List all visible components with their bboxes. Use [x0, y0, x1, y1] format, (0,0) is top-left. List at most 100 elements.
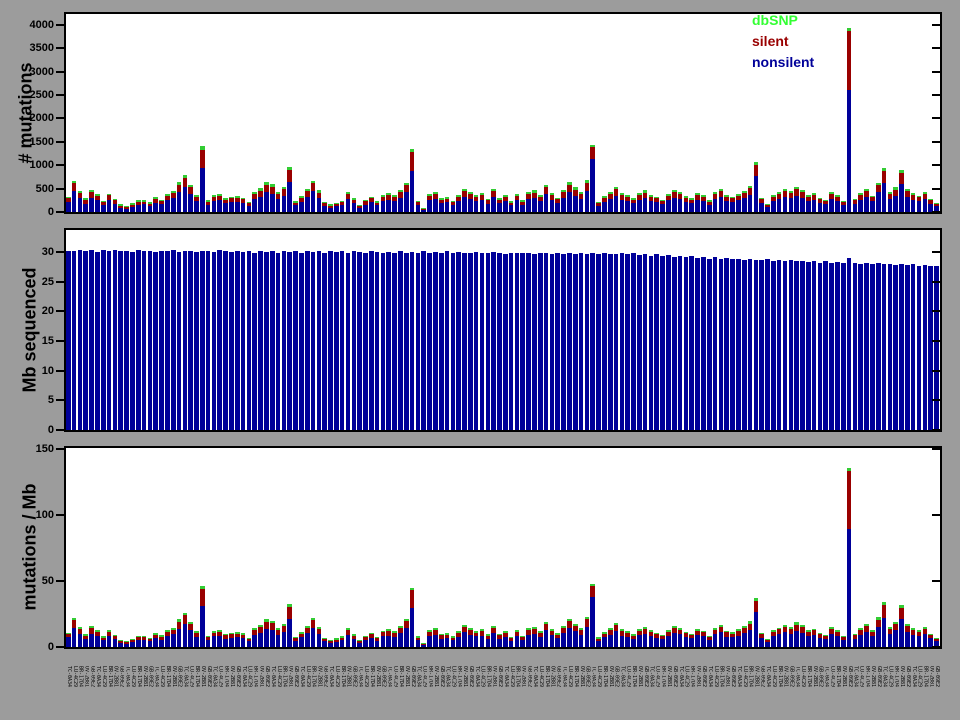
bar-segment-silent-mb [805, 632, 811, 637]
bar-segment-nonsilent [881, 182, 887, 212]
bar-segment-dbsnp [450, 200, 456, 203]
bar-segment-dbsnp [881, 167, 887, 171]
bar-segment-nonsilent [275, 198, 281, 212]
bar-segment-dbsnp-mb [532, 626, 537, 629]
bar-segment-mb-sequenced [83, 250, 89, 430]
bar-segment-nonsilent [497, 203, 502, 212]
bar-segment-dbsnp-mb [363, 635, 368, 638]
bar-segment-silent-mb [363, 637, 368, 640]
bar-segment-silent-mb [229, 634, 234, 638]
bar-segment-nonsilent [223, 203, 228, 212]
bar-segment-dbsnp [677, 192, 683, 194]
bar-segment-dbsnp [322, 201, 327, 204]
bar-segment-silent [584, 182, 590, 191]
bar-segment-dbsnp-mb [438, 633, 444, 636]
bar-segment-silent [252, 193, 258, 199]
bar-segment-mb-sequenced [660, 256, 665, 430]
bar-segment-dbsnp-mb [864, 624, 869, 627]
bar-segment-silent-mb [100, 637, 106, 641]
bar-segment-nonsilent-mb [293, 640, 298, 647]
bar-segment-silent [374, 202, 380, 206]
bar-segment-silent [328, 205, 333, 208]
bar-segment-silent-mb [881, 605, 887, 618]
bar-segment-silent-mb [135, 637, 141, 641]
y-tick-mark [932, 514, 940, 517]
bar-segment-mb-sequenced [893, 265, 898, 430]
bar-segment-silent [433, 193, 438, 199]
bar-segment-dbsnp [200, 146, 205, 150]
bar-segment-nonsilent [578, 198, 584, 212]
bar-segment-mb-sequenced [229, 251, 234, 430]
bar-segment-mb-sequenced [782, 261, 788, 430]
bar-segment-silent [905, 191, 910, 198]
bar-segment-silent [118, 205, 124, 208]
bar-segment-dbsnp [613, 187, 619, 190]
bar-segment-mb-sequenced [765, 259, 770, 430]
bar-segment-silent-mb [433, 629, 438, 635]
bar-segment-nonsilent [345, 198, 351, 212]
bar-segment-dbsnp [246, 201, 252, 204]
bar-segment-silent-mb [712, 629, 718, 635]
bar-segment-dbsnp [852, 198, 858, 201]
bar-segment-silent [345, 193, 351, 199]
bar-segment-dbsnp-mb [520, 636, 526, 638]
bar-segment-nonsilent [567, 192, 572, 212]
bar-segment-silent-mb [485, 635, 491, 640]
bar-segment-dbsnp-mb [817, 632, 823, 635]
bar-segment-dbsnp-mb [357, 640, 362, 642]
bar-segment-silent [677, 193, 683, 199]
bar-segment-dbsnp [153, 197, 159, 200]
bar-segment-mb-sequenced [543, 253, 549, 430]
bar-segment-mb-sequenced [730, 259, 735, 430]
bar-segment-silent [479, 195, 485, 200]
bar-segment-nonsilent [83, 203, 89, 212]
y-tick-mark [932, 250, 940, 253]
bar-segment-dbsnp [765, 203, 770, 205]
bar-segment-silent [514, 195, 520, 201]
bar-segment-mb-sequenced [567, 253, 572, 430]
bar-segment-nonsilent [357, 207, 362, 212]
bar-segment-silent-mb [118, 641, 124, 644]
bar-segment-silent [526, 193, 531, 199]
bar-segment-dbsnp-mb [771, 629, 776, 632]
bar-segment-dbsnp [590, 144, 596, 148]
bar-segment-silent-mb [701, 632, 706, 637]
bar-segment-dbsnp-mb [829, 627, 834, 630]
bar-segment-dbsnp [491, 189, 496, 192]
bar-segment-nonsilent [776, 198, 782, 212]
bar-segment-dbsnp [730, 196, 735, 199]
bar-segment-dbsnp-mb [100, 636, 106, 638]
y-tick-mark [932, 339, 940, 342]
bar-segment-silent-mb [666, 631, 671, 636]
bar-segment-silent-mb [415, 637, 421, 641]
bar-segment-silent [753, 165, 759, 176]
bar-segment-silent-mb [555, 634, 561, 639]
bar-segment-silent-mb [468, 630, 473, 635]
bar-segment-silent-mb [392, 633, 397, 637]
bar-segment-silent-mb [631, 635, 636, 639]
bar-segment-silent-mb [462, 626, 467, 633]
bar-segment-dbsnp [683, 196, 689, 198]
bar-segment-nonsilent [380, 200, 386, 212]
y-tick-label: 30 [41, 245, 54, 258]
bar-segment-silent [788, 193, 794, 199]
bar-segment-dbsnp-mb [875, 617, 881, 620]
bar-segment-dbsnp [928, 198, 933, 201]
bar-segment-silent-mb [852, 635, 858, 639]
bar-segment-nonsilent-mb [893, 630, 898, 647]
bar-segment-nonsilent [893, 195, 898, 212]
bar-segment-nonsilent-mb [625, 636, 630, 647]
bar-segment-silent [805, 197, 811, 202]
y-tick-mark [56, 70, 64, 73]
bar-segment-nonsilent-mb [456, 636, 461, 647]
bar-segment-silent [555, 199, 561, 203]
bar-segment-dbsnp [409, 148, 415, 152]
bar-segment-mb-sequenced [829, 262, 834, 430]
bar-segment-dbsnp [759, 197, 764, 200]
bar-segment-silent [124, 207, 129, 209]
y-tick-label: 15 [41, 334, 54, 347]
bar-segment-dbsnp-mb [264, 619, 269, 622]
bar-segment-mb-sequenced [654, 254, 660, 430]
bar-segment-dbsnp-mb [468, 628, 473, 630]
bar-segment-silent [870, 197, 875, 202]
